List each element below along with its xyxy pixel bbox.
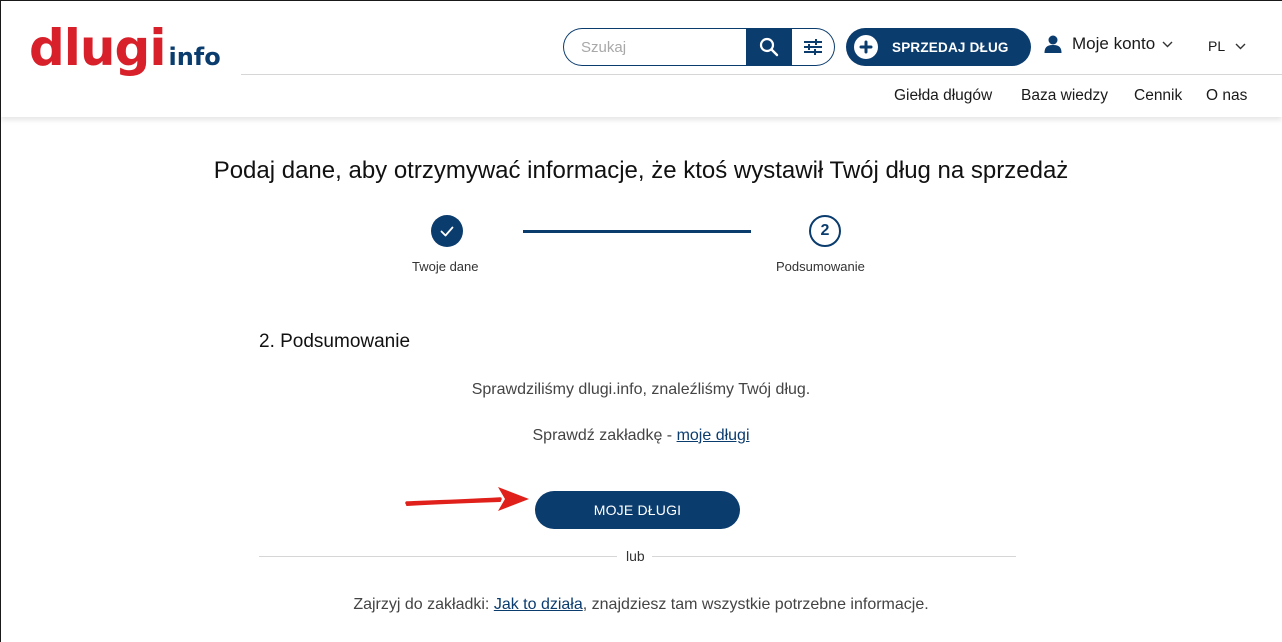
step-2-label: Podsumowanie xyxy=(776,259,865,274)
step-connector xyxy=(523,230,751,233)
divider-left xyxy=(259,556,617,557)
step-1-label: Twoje dane xyxy=(412,259,479,274)
header-divider xyxy=(241,74,1282,75)
footer-help-text: Zajrzyj do zakładki: Jak to działa, znaj… xyxy=(0,596,1282,614)
search-bar xyxy=(563,28,835,66)
site-header: dlugi info Szukaj SPRZEDAJ DŁUG Moje kon… xyxy=(1,1,1282,117)
my-debts-link[interactable]: moje długi xyxy=(677,427,750,444)
my-debts-button[interactable]: MOJE DŁUGI xyxy=(535,491,740,529)
chevron-down-icon xyxy=(1162,41,1173,48)
language-selector[interactable]: PL xyxy=(1208,38,1246,54)
step-1-indicator xyxy=(431,215,463,247)
filter-icon xyxy=(804,39,822,55)
page-title: Podaj dane, aby otrzymywać informacje, ż… xyxy=(213,157,1069,184)
nav-item-baza-wiedzy[interactable]: Baza wiedzy xyxy=(1021,87,1108,105)
sell-debt-button[interactable]: SPRZEDAJ DŁUG xyxy=(846,28,1031,66)
plus-icon xyxy=(854,35,878,59)
how-it-works-link[interactable]: Jak to działa xyxy=(494,596,583,613)
user-icon xyxy=(1044,35,1062,53)
search-button[interactable] xyxy=(746,28,792,66)
logo-sub-text: info xyxy=(168,43,221,71)
step-2-indicator: 2 xyxy=(809,215,841,247)
nav-item-cennik[interactable]: Cennik xyxy=(1134,87,1182,105)
search-icon xyxy=(759,37,779,57)
red-arrow-annotation xyxy=(405,487,529,511)
section-heading: 2. Podsumowanie xyxy=(259,331,411,352)
footer-prefix: Zajrzyj do zakładki: xyxy=(353,596,494,613)
search-input[interactable] xyxy=(563,28,746,66)
nav-item-gielda[interactable]: Giełda długów xyxy=(894,87,992,105)
info-check-prefix: Sprawdź zakładkę - xyxy=(532,427,677,444)
check-icon xyxy=(440,226,454,236)
info-found-text: Sprawdziliśmy dlugi.info, znaleźliśmy Tw… xyxy=(471,381,811,398)
divider-right xyxy=(652,556,1016,557)
account-label: Moje konto xyxy=(1072,34,1156,53)
chevron-down-icon xyxy=(1235,43,1246,50)
account-menu[interactable]: Moje konto xyxy=(1044,34,1173,54)
site-logo[interactable]: dlugi info xyxy=(29,23,221,73)
info-check-tab: Sprawdź zakładkę - moje długi xyxy=(0,427,1282,445)
footer-suffix: , znajdziesz tam wszystkie potrzebne inf… xyxy=(582,596,929,613)
filter-button[interactable] xyxy=(792,28,835,66)
nav-item-o-nas[interactable]: O nas xyxy=(1206,87,1247,105)
sell-debt-label: SPRZEDAJ DŁUG xyxy=(892,39,1009,55)
divider-or-text: lub xyxy=(626,548,645,564)
language-label: PL xyxy=(1208,38,1226,54)
logo-main-text: dlugi xyxy=(29,19,166,77)
